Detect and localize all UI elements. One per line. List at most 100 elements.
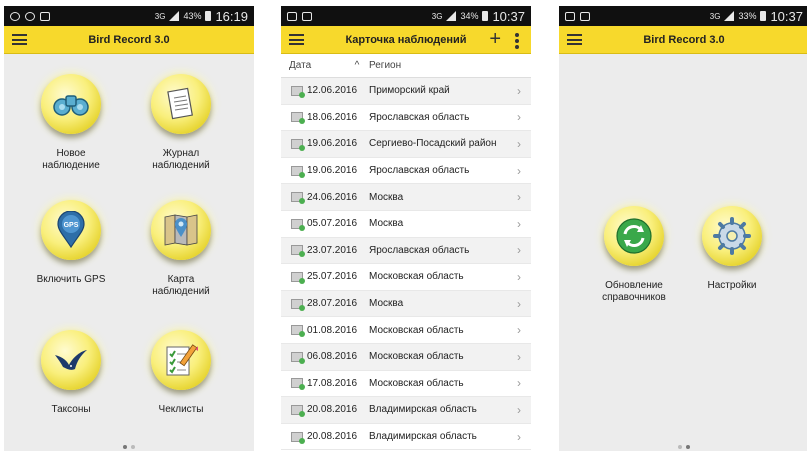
- checklist-icon: [151, 330, 211, 390]
- observation-list: 12.06.2016 Приморский край › 18.06.2016 Ярос…: [281, 78, 531, 451]
- tile-label: Настройки: [707, 280, 757, 291]
- row-date: 05.07.2016: [307, 218, 358, 230]
- tile-label: Обновление справочников: [602, 280, 666, 303]
- notification-icon: [580, 11, 590, 21]
- chevron-right-icon: ›: [517, 243, 521, 258]
- observation-card-icon: [291, 85, 305, 98]
- tile-label: Таксоны: [51, 404, 91, 415]
- table-row[interactable]: 17.08.2016 Московская область ›: [281, 371, 531, 398]
- column-header-region[interactable]: Регион: [369, 60, 401, 71]
- chevron-right-icon: ›: [517, 323, 521, 338]
- table-row[interactable]: 23.07.2016 Ярославская область ›: [281, 237, 531, 265]
- table-row[interactable]: 20.08.2016 Владимирская область ›: [281, 397, 531, 424]
- row-date: 06.08.2016: [307, 351, 358, 363]
- table-row[interactable]: 18.06.2016 Ярославская область ›: [281, 105, 531, 132]
- battery-percent: 33%: [738, 11, 757, 21]
- chevron-right-icon: ›: [517, 190, 521, 205]
- notification-icon: [40, 11, 50, 21]
- menu-icon[interactable]: [567, 34, 582, 45]
- row-region: Владимирская область: [369, 404, 477, 416]
- row-date: 19.06.2016: [307, 165, 358, 177]
- table-row[interactable]: 28.07.2016 Москва ›: [281, 290, 531, 318]
- status-bar: 3G 43% 16:19: [4, 6, 254, 26]
- table-row[interactable]: 19.06.2016 Ярославская область ›: [281, 158, 531, 185]
- screen-observation-list: 3G 34% 10:37 Карточка наблюдений + Дата …: [281, 6, 531, 451]
- new-observation-tile[interactable]: Новое наблюдение: [16, 74, 126, 172]
- enable-gps-tile[interactable]: GPS Включить GPS: [16, 200, 126, 286]
- status-bar: 3G 33% 10:37: [559, 6, 807, 26]
- table-row[interactable]: 06.08.2016 Московская область ›: [281, 343, 531, 371]
- row-date: 28.07.2016: [307, 298, 358, 310]
- observation-card-icon: [291, 378, 305, 391]
- row-region: Московская область: [369, 324, 464, 336]
- sort-ascending-icon[interactable]: ^: [345, 60, 369, 71]
- table-row[interactable]: 01.08.2016 Московская область ›: [281, 317, 531, 344]
- settings-tile[interactable]: Настройки: [677, 206, 787, 292]
- row-region: Москва: [369, 191, 404, 203]
- screen-settings-menu: 3G 33% 10:37 Bird Record 3.0 Обновление …: [559, 6, 807, 451]
- more-options-icon[interactable]: [515, 33, 519, 49]
- tile-label: Новое наблюдение: [42, 148, 100, 171]
- app-title: Bird Record 3.0: [643, 33, 725, 46]
- observation-card-icon: [291, 165, 305, 178]
- update-directories-tile[interactable]: Обновление справочников: [579, 206, 689, 304]
- chevron-right-icon: ›: [517, 376, 521, 391]
- clock: 10:37: [492, 8, 525, 24]
- observation-card-icon: [291, 112, 305, 125]
- row-date: 20.08.2016: [307, 404, 358, 416]
- row-date: 24.06.2016: [307, 191, 358, 203]
- chevron-right-icon: ›: [517, 349, 521, 364]
- row-region: Ярославская область: [369, 111, 470, 123]
- chevron-right-icon: ›: [517, 163, 521, 178]
- notification-icon: [10, 11, 20, 21]
- table-row[interactable]: 25.07.2016 Московская область ›: [281, 264, 531, 291]
- observation-card-icon: [291, 218, 305, 231]
- checklists-tile[interactable]: Чеклисты: [126, 330, 236, 416]
- app-title: Bird Record 3.0: [88, 33, 170, 46]
- menu-icon[interactable]: [12, 34, 27, 45]
- row-region: Московская область: [369, 351, 464, 363]
- app-bar: Bird Record 3.0: [4, 26, 254, 54]
- network-type: 3G: [431, 11, 443, 21]
- row-region: Владимирская область: [369, 431, 477, 443]
- table-row[interactable]: 05.07.2016 Москва ›: [281, 211, 531, 238]
- table-row[interactable]: 12.06.2016 Приморский край ›: [281, 78, 531, 105]
- gear-icon: [702, 206, 762, 266]
- row-date: 19.06.2016: [307, 138, 358, 150]
- row-region: Москва: [369, 218, 404, 230]
- table-header: Дата ^ Регион: [281, 54, 531, 78]
- table-row[interactable]: 19.06.2016 Сергиево-Посадский район ›: [281, 131, 531, 158]
- row-region: Московская область: [369, 271, 464, 283]
- clock: 10:37: [770, 8, 803, 24]
- table-row[interactable]: 20.08.2016 Владимирская область ›: [281, 424, 531, 451]
- notebook-icon: [151, 74, 211, 134]
- table-row[interactable]: 24.06.2016 Москва ›: [281, 184, 531, 211]
- chevron-right-icon: ›: [517, 136, 521, 151]
- chevron-right-icon: ›: [517, 83, 521, 98]
- app-bar: Bird Record 3.0: [559, 26, 807, 54]
- observation-journal-tile[interactable]: Журнал наблюдений: [126, 74, 236, 172]
- observation-map-tile[interactable]: Карта наблюдений: [126, 200, 236, 298]
- chevron-right-icon: ›: [517, 110, 521, 125]
- menu-icon[interactable]: [289, 34, 304, 45]
- column-header-date[interactable]: Дата: [289, 60, 345, 71]
- observation-card-icon: [291, 404, 305, 417]
- clock: 16:19: [215, 8, 248, 24]
- page-indicator: [4, 445, 254, 449]
- svg-text:GPS: GPS: [64, 222, 79, 229]
- signal-icon: [724, 11, 735, 21]
- chevron-right-icon: ›: [517, 216, 521, 231]
- tile-label: Журнал наблюдений: [152, 148, 210, 171]
- notification-icon: [287, 11, 297, 21]
- observation-card-icon: [291, 431, 305, 444]
- row-date: 18.06.2016: [307, 111, 358, 123]
- observation-card-icon: [291, 351, 305, 364]
- page-indicator: [559, 445, 807, 449]
- battery-icon: [760, 11, 767, 21]
- chevron-right-icon: ›: [517, 402, 521, 417]
- add-icon[interactable]: +: [489, 29, 501, 49]
- refresh-icon: [604, 206, 664, 266]
- taxa-tile[interactable]: Таксоны: [16, 330, 126, 416]
- row-date: 20.08.2016: [307, 431, 358, 443]
- row-region: Приморский край: [369, 85, 450, 97]
